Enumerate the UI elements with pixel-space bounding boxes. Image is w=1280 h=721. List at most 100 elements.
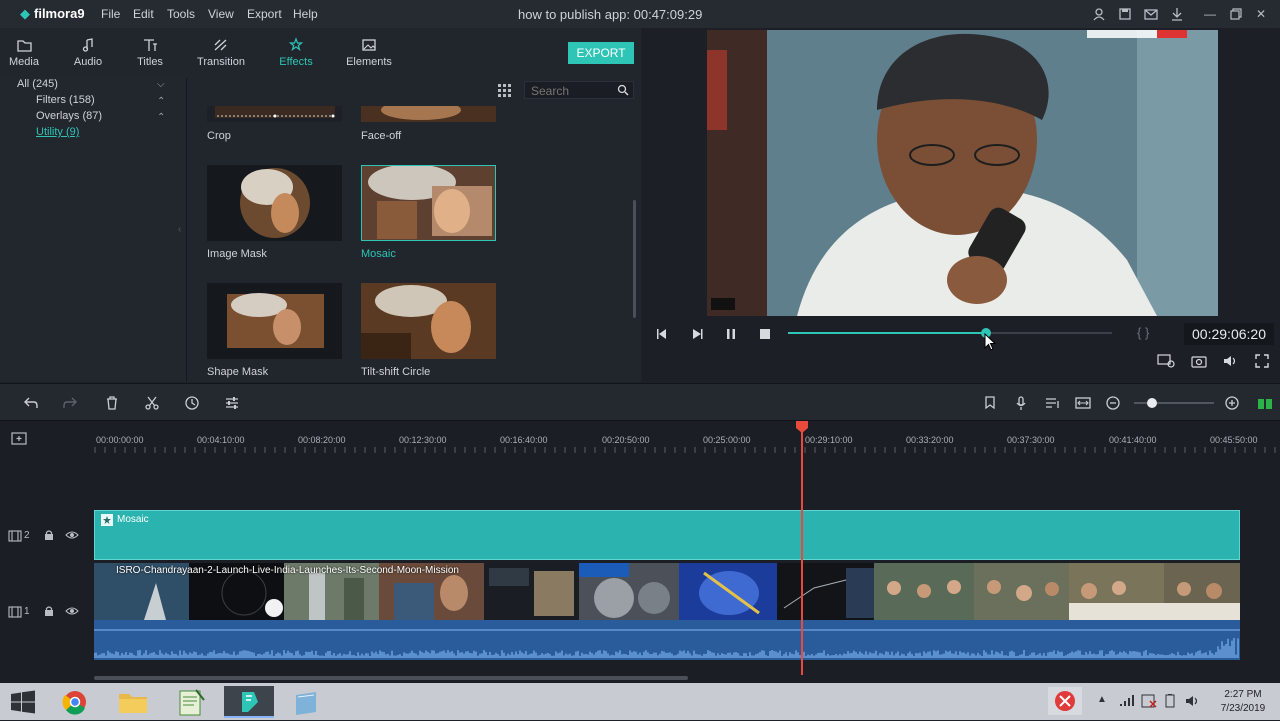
playhead[interactable] <box>801 430 803 675</box>
adjust-sliders-icon[interactable] <box>224 395 240 411</box>
export-button[interactable]: EXPORT <box>568 42 634 64</box>
fit-timeline-icon[interactable] <box>1075 395 1091 411</box>
playback-progress[interactable] <box>788 328 1112 338</box>
tab-effects[interactable]: Effects <box>277 36 315 68</box>
menu-edit[interactable]: Edit <box>133 7 154 21</box>
security-icon[interactable] <box>1141 694 1157 708</box>
ruler-label: 00:33:20:00 <box>906 435 954 445</box>
library-scrollbar[interactable] <box>633 200 636 318</box>
zoom-slider[interactable] <box>1132 396 1216 410</box>
delete-icon[interactable] <box>104 395 120 411</box>
fullscreen-icon[interactable] <box>1255 354 1269 368</box>
microphone-icon[interactable] <box>1013 395 1029 411</box>
menu-file[interactable]: File <box>101 7 120 21</box>
chevron-up-icon[interactable]: ⌃ <box>157 112 165 123</box>
redo-icon[interactable] <box>62 395 78 411</box>
network-icon[interactable] <box>1118 694 1134 708</box>
tray-expand-icon[interactable]: ▲ <box>1097 694 1107 705</box>
category-utility[interactable]: Utility (9) <box>36 126 79 138</box>
video-clip[interactable]: ISRO-Chandrayaan-2-Launch-Live-India-Lau… <box>94 563 1240 620</box>
audio-waveform-clip[interactable] <box>94 620 1240 660</box>
tab-audio[interactable]: Audio <box>72 36 104 68</box>
volume-icon[interactable] <box>1223 354 1239 368</box>
eye-icon[interactable] <box>65 605 79 617</box>
close-icon[interactable]: ✕ <box>1254 7 1268 21</box>
folder-icon <box>17 40 32 52</box>
save-icon[interactable] <box>1118 7 1132 21</box>
effect-clip-mosaic[interactable]: Mosaic <box>94 510 1240 560</box>
system-clock[interactable]: 2:27 PM 7/23/2019 <box>1212 688 1274 716</box>
title-bar: ◆ filmora9 File Edit Tools View Export He… <box>0 0 1280 28</box>
effect-thumb-face-off[interactable] <box>361 106 496 122</box>
previous-frame-icon[interactable] <box>655 327 669 341</box>
effect-thumb-shape-mask[interactable] <box>207 283 342 359</box>
taskbar-notepad[interactable] <box>166 686 216 718</box>
effect-thumb-crop[interactable] <box>207 106 342 122</box>
tab-titles[interactable]: Titles <box>134 36 166 68</box>
taskbar-chrome[interactable] <box>50 686 100 718</box>
undo-icon[interactable] <box>23 395 39 411</box>
voiceover-list-icon[interactable] <box>1044 395 1060 411</box>
zoom-in-icon[interactable] <box>1224 395 1240 411</box>
marker-icon[interactable] <box>982 395 998 411</box>
ruler-label: 00:20:50:00 <box>602 435 650 445</box>
taskbar-app[interactable] <box>282 686 332 718</box>
chevron-up-icon[interactable]: ⌃ <box>157 96 165 107</box>
collapse-panel-icon[interactable]: ‹ <box>178 224 181 235</box>
effect-thumb-tilt-shift-circle[interactable] <box>361 283 496 359</box>
download-icon[interactable] <box>1170 7 1184 21</box>
lock-icon[interactable] <box>43 529 55 541</box>
lock-icon[interactable] <box>43 605 55 617</box>
stop-icon[interactable] <box>758 327 772 341</box>
eye-icon[interactable] <box>65 529 79 541</box>
tab-media[interactable]: Media <box>9 36 39 68</box>
category-filters[interactable]: Filters (158) <box>36 94 95 106</box>
tray-app-icon[interactable] <box>1048 687 1082 715</box>
effect-thumb-image-mask[interactable] <box>207 165 342 241</box>
tab-elements[interactable]: Elements <box>345 36 393 68</box>
grid-view-icon[interactable] <box>497 83 511 97</box>
account-icon[interactable] <box>1092 7 1106 21</box>
window-title: how to publish app: 00:47:09:29 <box>518 7 703 22</box>
audio-meter-icon[interactable] <box>1256 395 1272 411</box>
video-preview[interactable] <box>707 30 1218 316</box>
notepad-icon <box>179 689 205 716</box>
zoom-out-icon[interactable] <box>1105 395 1121 411</box>
search-input[interactable] <box>531 84 611 98</box>
effect-label-mosaic: Mosaic <box>361 248 396 260</box>
chevron-down-icon[interactable]: ⌵ <box>157 79 165 90</box>
menu-view[interactable]: View <box>208 7 234 21</box>
effect-thumb-mosaic[interactable] <box>361 165 496 241</box>
category-overlays[interactable]: Overlays (87) <box>36 110 102 122</box>
restore-icon[interactable] <box>1229 7 1243 21</box>
search-icon[interactable] <box>617 84 629 96</box>
tab-label: Titles <box>137 56 163 68</box>
speed-clock-icon[interactable] <box>184 395 200 411</box>
taskbar-file-explorer[interactable] <box>108 686 158 718</box>
tab-transition[interactable]: Transition <box>196 36 246 68</box>
category-all[interactable]: All (245) <box>17 78 58 90</box>
display-settings-icon[interactable] <box>1157 354 1175 368</box>
split-scissors-icon[interactable] <box>144 395 160 411</box>
snapshot-camera-icon[interactable] <box>1191 354 1207 368</box>
add-track-icon[interactable] <box>10 431 30 447</box>
menu-tools[interactable]: Tools <box>167 7 195 21</box>
mail-icon[interactable] <box>1144 7 1158 21</box>
menu-export[interactable]: Export <box>247 7 282 21</box>
mark-brackets[interactable]: { } <box>1137 325 1149 340</box>
effect-label-tilt-shift-circle: Tilt-shift Circle <box>361 366 431 378</box>
battery-icon[interactable] <box>1163 694 1177 708</box>
volume-icon[interactable] <box>1185 694 1201 708</box>
pause-icon[interactable] <box>724 327 738 341</box>
minimize-icon[interactable]: — <box>1203 7 1217 21</box>
chrome-icon <box>62 691 86 715</box>
windows-start-icon[interactable] <box>10 690 36 714</box>
timeline-ruler[interactable] <box>94 421 1280 457</box>
transition-icon <box>214 39 227 51</box>
playhead-handle-icon[interactable] <box>795 420 809 434</box>
timeline-scrollbar[interactable] <box>94 676 688 680</box>
taskbar-filmora[interactable] <box>224 686 274 718</box>
menu-help[interactable]: Help <box>293 7 318 21</box>
app-window-icon <box>296 692 316 715</box>
play-icon[interactable] <box>690 327 704 341</box>
